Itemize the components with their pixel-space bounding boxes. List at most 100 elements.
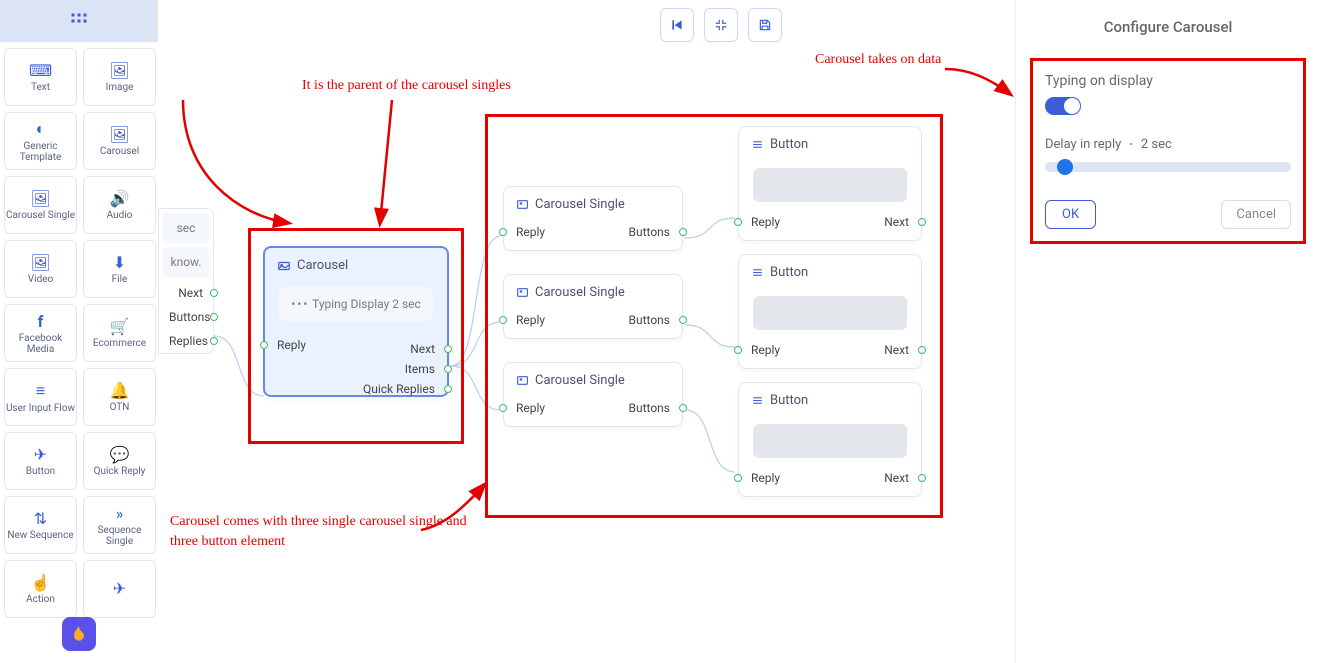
port-reply[interactable]: Reply [739, 212, 792, 232]
palette-label: Sequence Single [84, 525, 155, 547]
ok-button[interactable]: OK [1045, 200, 1096, 229]
delay-slider[interactable] [1045, 162, 1291, 172]
carousel-single-node[interactable]: Carousel Single Reply Buttons [503, 186, 683, 251]
audio-icon: 🔊 [110, 189, 130, 208]
port-next[interactable]: Next [872, 468, 921, 488]
node-title: Carousel Single [535, 285, 625, 300]
typing-toggle[interactable] [1045, 97, 1081, 115]
save-icon [758, 18, 772, 32]
port-plug[interactable] [679, 228, 687, 236]
port-next[interactable]: Next [872, 340, 921, 360]
palette-item-video[interactable]: 🖼Video [4, 240, 77, 298]
palette-item-user-input-flow[interactable]: ≡User Input Flow [4, 368, 77, 426]
compress-icon [714, 18, 728, 32]
palette-item-carousel-single[interactable]: 🖼Carousel Single [4, 176, 77, 234]
palette-item-action[interactable]: ☝Action [4, 560, 77, 618]
port-plug[interactable] [679, 316, 687, 324]
flow-canvas[interactable]: sec know. Next Buttons Replies Carousel … [158, 0, 1015, 663]
port-reply[interactable]: Reply [265, 335, 447, 355]
port-reply[interactable]: Reply [739, 468, 792, 488]
port-plug[interactable] [260, 341, 268, 349]
palette-item-generic-template[interactable]: ◐Generic Template [4, 112, 77, 170]
button-node[interactable]: Button Reply Next [738, 126, 922, 241]
palette-label: Ecommerce [93, 338, 146, 349]
carousel-single-node[interactable]: Carousel Single Reply Buttons [503, 274, 683, 339]
rewind-button[interactable] [660, 8, 694, 42]
palette-item-text[interactable]: ⌨Text [4, 48, 77, 106]
palette-item-button[interactable]: ✈Button [4, 432, 77, 490]
carousel-single-node[interactable]: Carousel Single Reply Buttons [503, 362, 683, 427]
port-plug[interactable] [734, 218, 742, 226]
port-plug[interactable] [210, 337, 218, 345]
port-reply[interactable]: Reply [504, 310, 557, 330]
port-reply[interactable]: Reply [504, 222, 557, 242]
placeholder [753, 424, 907, 458]
port-plug[interactable] [918, 474, 926, 482]
rewind-icon [670, 18, 684, 32]
port-buttons[interactable]: Buttons [617, 398, 683, 418]
port-plug[interactable] [210, 289, 218, 297]
palette-item-ecommerce[interactable]: 🛒Ecommerce [83, 304, 156, 362]
port-label: Reply [516, 225, 545, 239]
pointer-icon: ☝ [31, 573, 51, 592]
list-icon [751, 266, 764, 279]
port-label: Reply [516, 401, 545, 415]
palette-item-facebook-media[interactable]: fFacebook Media [4, 304, 77, 362]
port-reply[interactable]: Reply [739, 340, 792, 360]
port-plug[interactable] [444, 385, 452, 393]
placeholder [753, 168, 907, 202]
port-plug[interactable] [918, 346, 926, 354]
port-plug[interactable] [918, 218, 926, 226]
palette-item-audio[interactable]: 🔊 Audio [83, 176, 156, 234]
sort-icon: ⇅ [34, 509, 47, 528]
palette-item-image[interactable]: 🖼Image [83, 48, 156, 106]
port-items[interactable]: Items [265, 359, 447, 379]
port-quick-replies[interactable]: Quick Replies [265, 379, 447, 399]
toggle-knob [1064, 98, 1080, 114]
port-label: Items [405, 362, 435, 376]
port-plug[interactable] [734, 346, 742, 354]
port-buttons[interactable]: Buttons [617, 222, 683, 242]
palette-item-plane[interactable]: ✈ [83, 560, 156, 618]
port-replies[interactable]: Replies [159, 329, 213, 353]
palette-item-sequence-single[interactable]: »Sequence Single [83, 496, 156, 554]
palette-item-carousel[interactable]: 🖼Carousel [83, 112, 156, 170]
carousel-icon [277, 259, 291, 273]
palette-label: User Input Flow [6, 403, 75, 414]
sidebar-toggle-bar[interactable] [0, 0, 158, 42]
config-title: Configure Carousel [1030, 18, 1306, 36]
button-node[interactable]: Button Reply Next [738, 254, 922, 369]
port-plug[interactable] [734, 474, 742, 482]
port-plug[interactable] [499, 316, 507, 324]
cancel-button[interactable]: Cancel [1221, 200, 1291, 229]
palette-item-new-sequence[interactable]: ⇅New Sequence [4, 496, 77, 554]
palette-label: Audio [107, 210, 133, 221]
port-plug[interactable] [444, 365, 452, 373]
list-icon [751, 138, 764, 151]
typing-chip: ••• Typing Display 2 sec [279, 287, 433, 321]
annotation-data: Carousel takes on data [815, 52, 941, 68]
button-node[interactable]: Button Reply Next [738, 382, 922, 497]
chat-icon: 💬 [110, 445, 130, 464]
compress-button[interactable] [704, 8, 738, 42]
save-button[interactable] [748, 8, 782, 42]
port-plug[interactable] [210, 313, 218, 321]
app-badge[interactable] [62, 617, 96, 651]
port-plug[interactable] [499, 404, 507, 412]
port-buttons[interactable]: Buttons [617, 310, 683, 330]
port-reply[interactable]: Reply [504, 398, 557, 418]
slider-thumb[interactable] [1057, 159, 1073, 175]
port-buttons[interactable]: Buttons [159, 305, 213, 329]
carousel-single-icon: 🖼 [30, 189, 50, 208]
port-plug[interactable] [679, 404, 687, 412]
palette-item-otn[interactable]: 🔔OTN [83, 368, 156, 426]
carousel-node[interactable]: Carousel ••• Typing Display 2 sec Next I… [263, 246, 449, 397]
port-next[interactable]: Next [159, 281, 213, 305]
port-plug[interactable] [499, 228, 507, 236]
typing-label: Typing on display [1045, 73, 1291, 89]
palette-item-quick-reply[interactable]: 💬Quick Reply [83, 432, 156, 490]
palette-item-file[interactable]: ⬇File [83, 240, 156, 298]
port-next[interactable]: Next [872, 212, 921, 232]
partial-node[interactable]: sec know. Next Buttons Replies [158, 208, 214, 354]
delay-sep: - [1129, 137, 1133, 152]
